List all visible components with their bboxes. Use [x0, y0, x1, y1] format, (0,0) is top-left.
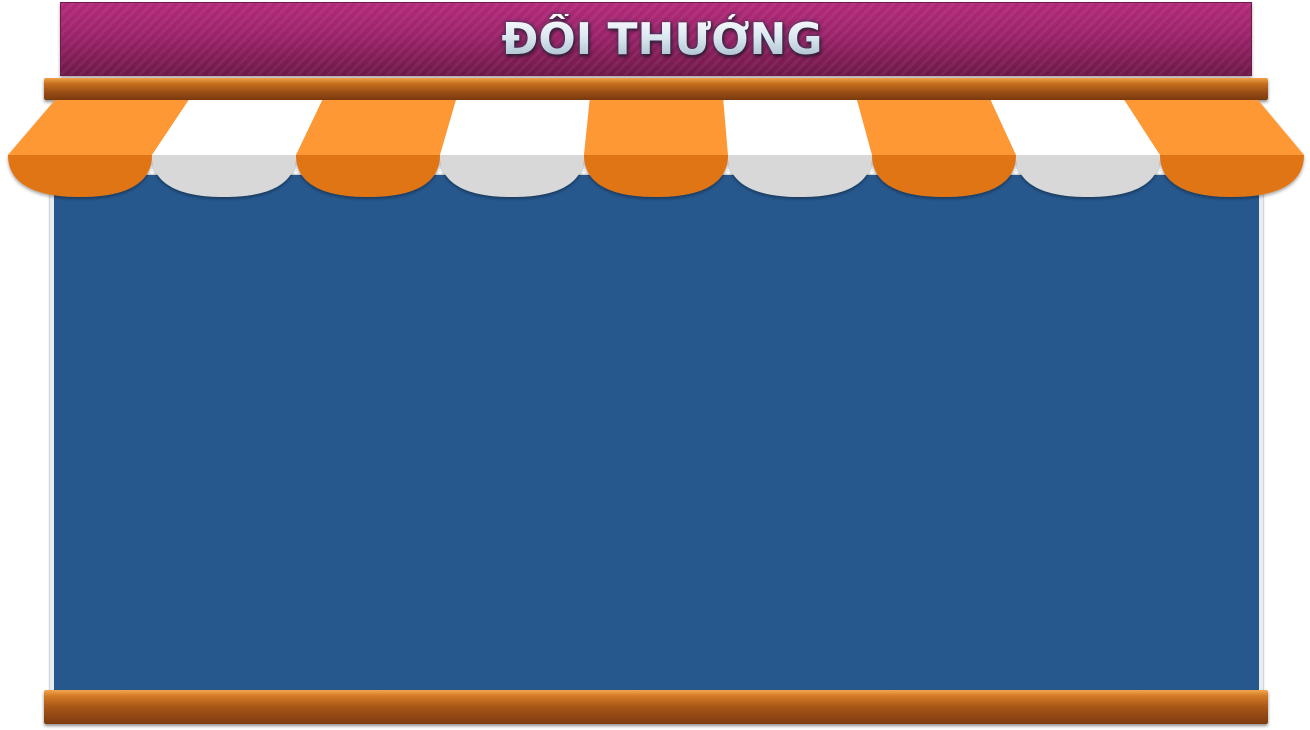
reward-shop-scene: ĐỔI THƯỞNG [0, 0, 1310, 730]
awning-stripe-white [440, 100, 590, 155]
content-board [50, 175, 1263, 692]
page-title: ĐỔI THƯỞNG [490, 14, 823, 65]
shop-awning [8, 100, 1304, 197]
awning-scallop-white [440, 155, 584, 197]
awning-scallop-white [728, 155, 872, 197]
awning-stripe-orange [584, 100, 728, 155]
awning-scallop-orange [8, 155, 152, 197]
awning-stripe-orange [857, 100, 1016, 155]
title-banner: ĐỔI THƯỞNG [60, 2, 1252, 76]
awning-scallop-orange [872, 155, 1016, 197]
awning-scallop-white [1016, 155, 1160, 197]
awning-stripe-orange [296, 100, 456, 155]
awning-scallop-orange [584, 155, 728, 197]
bottom-wooden-rail [44, 690, 1268, 724]
awning-scallop-orange [296, 155, 440, 197]
awning-stripe-white [723, 100, 872, 155]
top-wooden-rail [44, 78, 1268, 100]
awning-scallop-white [152, 155, 296, 197]
awning-scallop-orange [1160, 155, 1304, 197]
